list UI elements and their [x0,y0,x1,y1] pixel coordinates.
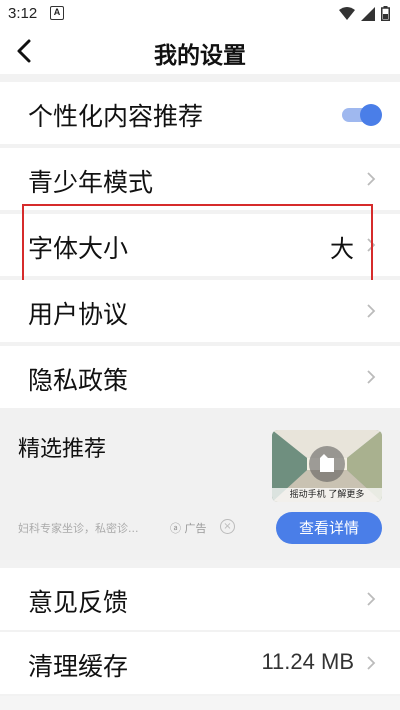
ad-mark-icon: ⓐ [170,522,181,535]
toggle-knob [360,104,382,126]
wifi-icon [339,6,355,20]
battery-icon [381,6,390,21]
top-bar: 我的设置 [0,28,400,74]
setting-feedback[interactable]: 意见反馈 [0,568,400,630]
view-details-button[interactable]: 查看详情 [276,512,382,544]
setting-user-agreement[interactable]: 用户协议 [0,280,400,342]
chevron-right-icon [367,172,376,186]
setting-label: 用户协议 [28,300,129,329]
ad-banner[interactable]: 精选推荐 摇动手机 了解更多 妇科专家坐诊，私密诊... ⓐ 广告 × 查看详情 [0,408,400,560]
ad-title: 精选推荐 [18,437,107,462]
signal-icon [361,6,375,21]
chevron-right-icon [367,304,376,318]
cache-size-value: 11.24 MB [261,649,354,674]
chevron-right-icon [367,592,376,606]
setting-label: 清理缓存 [28,652,129,681]
ad-badge: ⓐ 广告 [170,520,207,536]
setting-label: 青少年模式 [28,168,154,197]
ad-image-caption: 摇动手机 了解更多 [272,488,382,502]
setting-clear-cache[interactable]: 清理缓存 11.24 MB [0,632,400,694]
personalized-toggle[interactable] [342,104,382,126]
notification-icon: A [50,6,64,20]
setting-label: 个性化内容推荐 [28,102,204,131]
page-title: 我的设置 [154,43,246,69]
setting-personalized-content[interactable]: 个性化内容推荐 [0,82,400,144]
ad-description: 妇科专家坐诊，私密诊... [18,522,139,535]
setting-privacy-policy[interactable]: 隐私政策 [0,346,400,408]
chevron-right-icon [367,370,376,384]
highlight-box [22,204,373,282]
close-icon[interactable]: × [220,519,235,534]
ad-image[interactable]: 摇动手机 了解更多 [272,430,382,502]
ad-badge-label: 广告 [184,522,207,535]
setting-youth-mode[interactable]: 青少年模式 [0,148,400,210]
setting-label: 隐私政策 [28,366,129,395]
bottom-spacer [0,696,400,710]
status-icons [339,6,390,21]
setting-label: 意见反馈 [28,588,129,617]
status-bar: 3:12 A [0,0,400,28]
status-time: 3:12 [8,5,38,22]
chevron-right-icon [367,656,376,670]
